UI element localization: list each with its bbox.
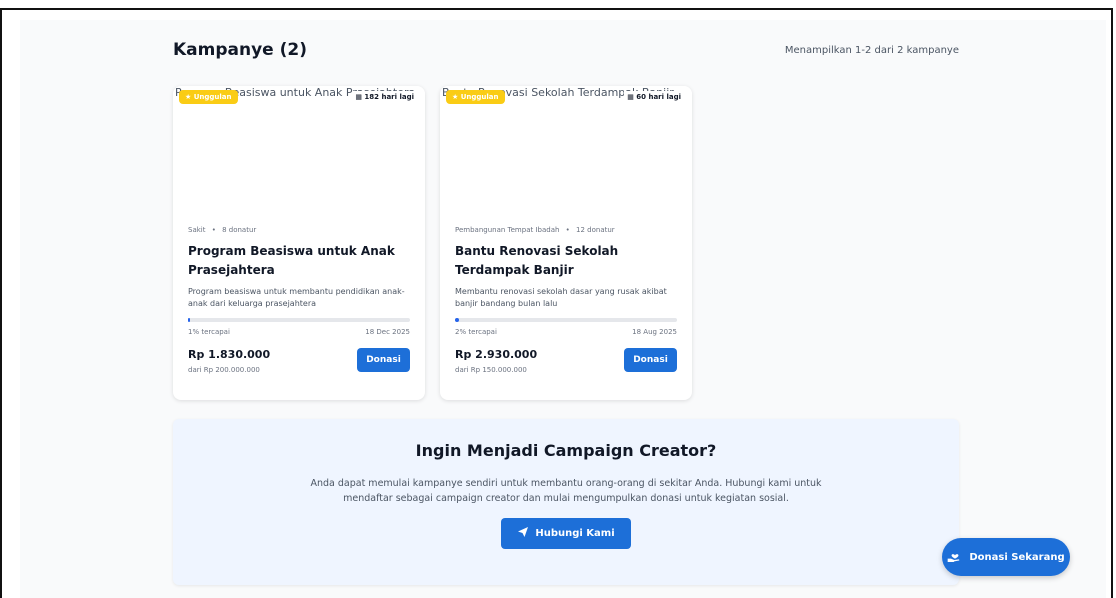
days-left-badge: ▦ 60 hari lagi	[624, 91, 684, 103]
progress-fill	[188, 318, 191, 322]
progress-text: 1% tercapai	[188, 328, 230, 336]
calendar-icon: ▦	[355, 93, 362, 101]
campaign-card[interactable]: Program Beasiswa untuk Anak Prasejahtera…	[173, 86, 425, 400]
paper-plane-icon	[517, 526, 529, 541]
campaign-page: Kampanye (2) Menampilkan 1-2 dari 2 kamp…	[20, 20, 1106, 598]
cta-description: Anda dapat memulai kampanye sendiri untu…	[310, 478, 822, 504]
end-date: 18 Dec 2025	[365, 328, 410, 336]
star-icon: ★	[452, 93, 459, 101]
featured-badge: ★ Unggulan	[179, 90, 238, 104]
calendar-icon: ▦	[627, 93, 634, 101]
contact-us-button[interactable]: Hubungi Kami	[501, 518, 631, 549]
contact-us-label: Hubungi Kami	[535, 528, 615, 539]
browser-frame: Kampanye (2) Menampilkan 1-2 dari 2 kamp…	[0, 8, 1113, 598]
cta-title: Ingin Menjadi Campaign Creator?	[415, 441, 717, 460]
donate-button[interactable]: Donasi	[624, 348, 677, 372]
campaign-title[interactable]: Program Beasiswa untuk Anak Prasejahtera	[188, 242, 410, 280]
goal-amount: dari Rp 150.000.000	[455, 366, 527, 374]
campaign-image: Program Beasiswa untuk Anak Prasejahtera…	[173, 86, 425, 210]
page-title: Kampanye (2)	[173, 40, 307, 60]
end-date: 18 Aug 2025	[632, 328, 677, 336]
featured-badge: ★ Unggulan	[446, 90, 505, 104]
campaign-image: Bantu Renovasi Sekolah Terdampak Banjir …	[440, 86, 692, 210]
donor-count: 8 donatur	[222, 226, 257, 234]
progress-bar	[455, 318, 677, 322]
campaign-meta: Pembangunan Tempat Ibadah • 12 donatur	[455, 226, 677, 234]
campaign-description: Program beasiswa untuk membantu pendidik…	[188, 287, 405, 308]
campaign-card[interactable]: Bantu Renovasi Sekolah Terdampak Banjir …	[440, 86, 692, 400]
raised-amount: Rp 2.930.000	[455, 348, 538, 361]
progress-text: 2% tercapai	[455, 328, 497, 336]
progress-fill	[455, 318, 460, 322]
campaign-header: Kampanye (2) Menampilkan 1-2 dari 2 kamp…	[173, 40, 959, 60]
separator-dot: •	[211, 226, 216, 234]
raised-amount: Rp 1.830.000	[188, 348, 271, 361]
progress-bar	[188, 318, 410, 322]
campaign-category: Sakit	[188, 226, 206, 234]
hand-holding-heart-icon	[947, 549, 963, 566]
goal-amount: dari Rp 200.000.000	[188, 366, 260, 374]
campaign-category: Pembangunan Tempat Ibadah	[455, 226, 560, 234]
separator-dot: •	[565, 226, 570, 234]
donate-button[interactable]: Donasi	[357, 348, 410, 372]
result-count: Menampilkan 1-2 dari 2 kampanye	[784, 44, 959, 56]
campaign-title[interactable]: Bantu Renovasi Sekolah Terdampak Banjir	[455, 242, 677, 280]
creator-cta: Ingin Menjadi Campaign Creator? Anda dap…	[173, 419, 959, 585]
donor-count: 12 donatur	[576, 226, 615, 234]
days-left-badge: ▦ 182 hari lagi	[352, 91, 417, 103]
donate-now-button[interactable]: Donasi Sekarang	[942, 538, 1070, 576]
star-icon: ★	[185, 93, 192, 101]
campaign-description: Membantu renovasi sekolah dasar yang rus…	[455, 287, 667, 308]
campaign-meta: Sakit • 8 donatur	[188, 226, 410, 234]
donate-now-label: Donasi Sekarang	[969, 551, 1065, 563]
